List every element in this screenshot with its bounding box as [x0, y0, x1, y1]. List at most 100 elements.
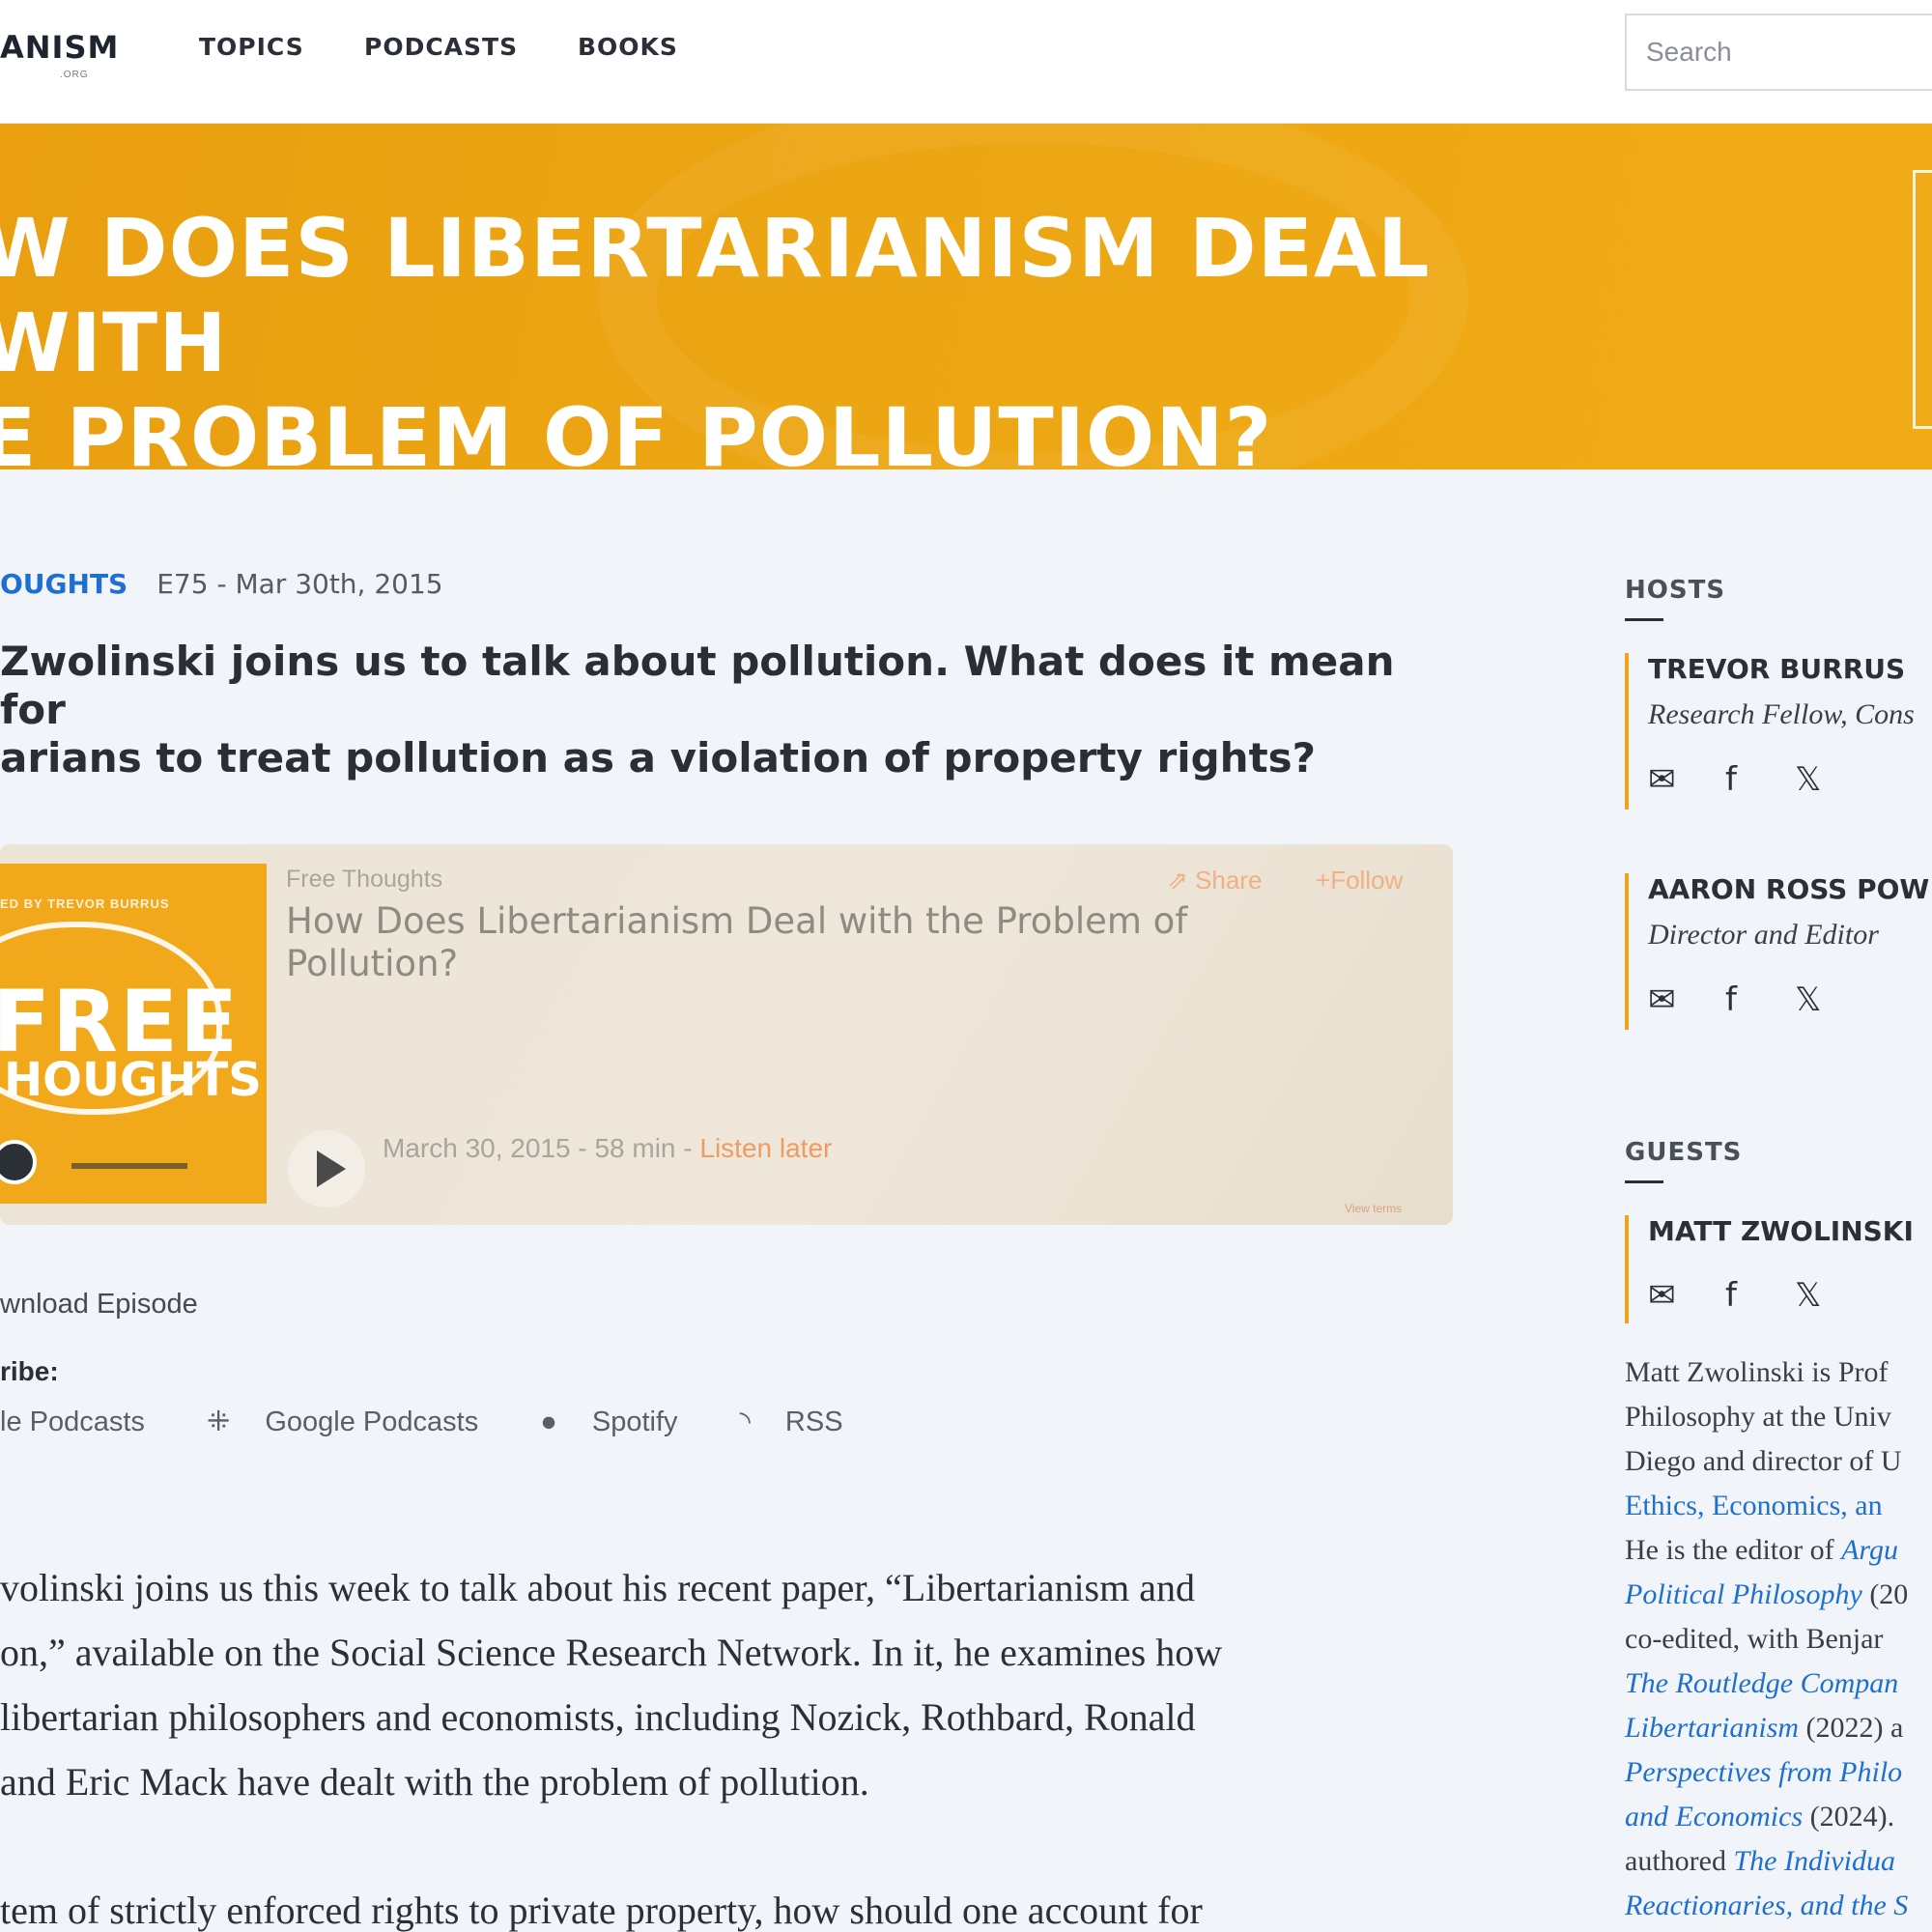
spotify-icon: ●	[540, 1406, 557, 1437]
site-logo[interactable]: ANISM	[0, 29, 119, 66]
spotify-label: Spotify	[591, 1406, 678, 1437]
play-button[interactable]	[288, 1130, 365, 1208]
bio-line: Libertarianism (2022) a	[1625, 1706, 1932, 1750]
spotify-link[interactable]: ● Spotify	[540, 1406, 704, 1437]
share-button[interactable]: ⇗ Share	[1167, 866, 1262, 895]
apple-podcasts-link[interactable]: le Podcasts	[0, 1406, 172, 1437]
nav-topics[interactable]: TOPICS	[199, 33, 304, 61]
player-info: March 30, 2015 - 58 min - Listen later	[383, 1133, 832, 1164]
facebook-icon[interactable]: f	[1725, 760, 1737, 799]
bio-line: Reactionaries, and the S	[1625, 1884, 1932, 1928]
host-role: Director and Editor	[1648, 919, 1879, 951]
facebook-icon[interactable]: f	[1725, 980, 1737, 1019]
download-episode-link[interactable]: wnload Episode	[0, 1289, 198, 1321]
description-paragraph: volinski joins us this week to talk abou…	[0, 1566, 1223, 1804]
host-social-icons: ✉ f 𝕏	[1648, 980, 1932, 1019]
rss-link[interactable]: ◝ RSS	[740, 1406, 870, 1437]
bio-link[interactable]: Ethics, Economics, an	[1625, 1484, 1932, 1528]
bio-line: Diego and director of U	[1625, 1445, 1902, 1477]
guest-social-icons: ✉ f 𝕏	[1648, 1276, 1932, 1315]
host-name[interactable]: AARON ROSS POW	[1648, 873, 1932, 905]
x-icon[interactable]: 𝕏	[1795, 1276, 1821, 1315]
share-label: Share	[1195, 866, 1263, 895]
bio-book-link[interactable]: Libertarianism	[1625, 1712, 1799, 1744]
google-podcasts-label: Google Podcasts	[265, 1406, 479, 1437]
bio-line: The Routledge Compan	[1625, 1662, 1932, 1706]
bio-line: Perspectives from Philo	[1625, 1750, 1932, 1795]
page-title: W DOES LIBERTARIANISM DEAL WITH E PROBLE…	[0, 201, 1431, 469]
nav-podcasts[interactable]: PODCASTS	[364, 33, 518, 61]
bio-text: (2022) a	[1799, 1712, 1904, 1744]
bio-line: Matt Zwolinski is Prof	[1625, 1356, 1889, 1388]
episode-number-date: E75 - Mar 30th, 2015	[156, 568, 443, 600]
facebook-icon[interactable]: f	[1725, 1276, 1737, 1315]
cover-divider	[71, 1163, 187, 1169]
player-episode-title: How Does Libertarianism Deal with the Pr…	[286, 900, 1188, 984]
bio-line: authored The Individua	[1625, 1839, 1932, 1884]
cover-word-thoughts: HOUGHTS	[4, 1053, 262, 1107]
follow-label: Follow	[1330, 866, 1404, 895]
microphone-icon	[0, 1140, 37, 1184]
bio-line: Political Philosophy (20	[1625, 1573, 1932, 1617]
hosts-heading-rule	[1625, 618, 1663, 621]
host-social-icons: ✉ f 𝕏	[1648, 760, 1932, 799]
host-card: TREVOR BURRUS Research Fellow, Cons ✉ f …	[1625, 653, 1932, 810]
banner-card-frame	[1913, 170, 1932, 429]
x-icon[interactable]: 𝕏	[1795, 760, 1821, 799]
follow-button[interactable]: +Follow	[1316, 866, 1403, 895]
player-series: Free Thoughts	[286, 866, 443, 893]
hosts-heading: HOSTS	[1625, 576, 1726, 605]
player-terms-link[interactable]: View terms	[1345, 1202, 1402, 1215]
host-role: Research Fellow, Cons	[1648, 698, 1915, 730]
subscribe-label: ribe:	[0, 1356, 59, 1386]
nav-books[interactable]: BOOKS	[578, 33, 678, 61]
plus-icon: +	[1316, 866, 1331, 895]
site-header: ANISM .ORG TOPICS PODCASTS BOOKS	[0, 0, 1932, 124]
bio-line: and Economics (2024).	[1625, 1795, 1932, 1839]
guest-bio: Matt Zwolinski is Prof Philosophy at the…	[1625, 1350, 1932, 1928]
email-icon[interactable]: ✉	[1648, 980, 1676, 1019]
podcast-cover-art: ED BY TREVOR BURRUS FREE HOUGHTS	[0, 864, 267, 1204]
episode-meta: OUGHTS E75 - Mar 30th, 2015	[0, 568, 443, 600]
series-link[interactable]: OUGHTS	[0, 568, 128, 600]
x-icon[interactable]: 𝕏	[1795, 980, 1821, 1019]
bio-book-link[interactable]: The Individua	[1733, 1845, 1894, 1877]
cover-hosted-by: ED BY TREVOR BURRUS	[0, 896, 170, 911]
subscribe-links: le Podcasts ⁜ Google Podcasts ● Spotify …	[0, 1405, 897, 1438]
email-icon[interactable]: ✉	[1648, 1276, 1676, 1315]
episode-description: volinski joins us this week to talk abou…	[0, 1555, 1468, 1932]
description-paragraph: tem of strictly enforced rights to priva…	[0, 1889, 1203, 1932]
rss-icon: ◝	[739, 1406, 751, 1437]
bio-line: co-edited, with Benjar	[1625, 1623, 1884, 1655]
bio-line: Philosophy at the Univ	[1625, 1401, 1891, 1433]
site-logo-subtext: .ORG	[60, 70, 89, 80]
episode-banner: W DOES LIBERTARIANISM DEAL WITH E PROBLE…	[0, 124, 1932, 469]
apple-podcasts-label: le Podcasts	[0, 1406, 145, 1437]
bio-book-link[interactable]: Political Philosophy	[1625, 1578, 1862, 1610]
guests-heading: GUESTS	[1625, 1138, 1743, 1167]
email-icon[interactable]: ✉	[1648, 760, 1676, 799]
guest-card: MATT ZWOLINSKI ✉ f 𝕏	[1625, 1215, 1932, 1323]
player-date-duration: March 30, 2015 - 58 min -	[383, 1133, 700, 1163]
bio-book-link[interactable]: Perspectives from Philo	[1625, 1756, 1902, 1788]
guest-name[interactable]: MATT ZWOLINSKI	[1648, 1215, 1932, 1247]
rss-label: RSS	[784, 1406, 843, 1437]
listen-later-link[interactable]: Listen later	[699, 1133, 832, 1163]
guests-heading-rule	[1625, 1180, 1663, 1183]
bio-line: He is the editor of Argu	[1625, 1528, 1932, 1573]
bio-text: He is the editor of	[1625, 1534, 1842, 1566]
bio-text: authored	[1625, 1845, 1734, 1877]
bio-text: (20	[1861, 1578, 1909, 1610]
bio-book-link[interactable]: Reactionaries, and the S	[1625, 1889, 1908, 1921]
host-name[interactable]: TREVOR BURRUS	[1648, 653, 1932, 685]
google-podcasts-icon: ⁜	[206, 1406, 231, 1437]
bio-text: (2024).	[1803, 1801, 1895, 1833]
bio-book-link[interactable]: Argu	[1841, 1534, 1898, 1566]
bio-book-link[interactable]: and Economics	[1625, 1801, 1803, 1833]
google-podcasts-link[interactable]: ⁜ Google Podcasts	[207, 1406, 505, 1437]
search-input[interactable]	[1625, 14, 1932, 91]
bio-book-link[interactable]: The Routledge Compan	[1625, 1667, 1898, 1699]
share-icon: ⇗	[1167, 866, 1188, 895]
episode-lead: Zwolinski joins us to talk about polluti…	[0, 638, 1395, 781]
host-card: AARON ROSS POW Director and Editor ✉ f 𝕏	[1625, 873, 1932, 1030]
